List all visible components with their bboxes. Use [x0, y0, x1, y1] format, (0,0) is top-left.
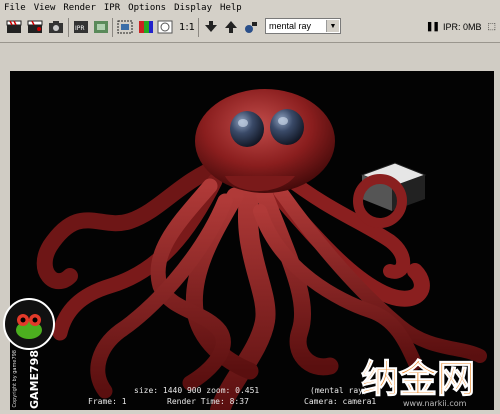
pause-icon[interactable]: ❚❚	[426, 21, 440, 32]
menu-file[interactable]: File	[0, 3, 30, 13]
renderer-dropdown-value: mental ray	[269, 21, 312, 31]
svg-text:IPR: IPR	[75, 25, 85, 32]
toolbar-separator	[198, 18, 199, 37]
site-logo-text: 纳金网	[361, 357, 475, 401]
chevron-down-icon[interactable]: ▼	[326, 20, 339, 32]
ipr-icon[interactable]: IPR	[72, 18, 90, 36]
toolbar-separator	[112, 18, 113, 37]
menu-help[interactable]: Help	[216, 3, 246, 13]
snapshot-camera-icon[interactable]	[47, 18, 65, 36]
menu-ipr[interactable]: IPR	[100, 3, 124, 13]
toolbar-separator	[68, 18, 69, 37]
alpha-channel-icon[interactable]	[156, 18, 174, 36]
color-channel-icon[interactable]	[137, 18, 155, 36]
ipr-tag-icon[interactable]: ⬚	[487, 21, 496, 32]
render-clapper-icon[interactable]	[5, 18, 23, 36]
box-prop	[353, 162, 427, 228]
keep-image-icon[interactable]	[202, 18, 220, 36]
watermark-brand: GAME798	[28, 350, 41, 409]
site-watermark: 纳金网 www.narkii.com	[357, 348, 497, 410]
frame-text: Frame: 1	[88, 397, 127, 406]
ipr-memory-label: IPR: 0MB	[442, 21, 482, 32]
real-size-button[interactable]: 1:1	[176, 18, 198, 36]
menu-view[interactable]: View	[30, 3, 60, 13]
watermark-badge: GAME798 Copyright by game798	[0, 290, 56, 410]
renderer-dropdown[interactable]: mental ray ▼	[265, 18, 341, 34]
menu-bar: File View Render IPR Options Display Hel…	[0, 0, 500, 15]
render-time-text: Render Time: 8:37	[167, 397, 249, 406]
toolbar: IPR 1:1 mental ray ▼ ❚❚ IPR: 0MB ⬚	[0, 15, 500, 43]
camera-attribute-icon[interactable]	[242, 18, 260, 36]
site-url-text: www.narkii.com	[403, 399, 467, 408]
ipr-refresh-icon[interactable]	[92, 18, 110, 36]
menu-render[interactable]: Render	[59, 3, 100, 13]
menu-options[interactable]: Options	[124, 3, 170, 13]
watermark-logo	[3, 298, 55, 350]
remove-image-icon[interactable]	[222, 18, 240, 36]
render-size-text: size: 1440 900 zoom: 0.451	[134, 386, 260, 395]
render-region-icon[interactable]	[116, 18, 134, 36]
watermark-copyright: Copyright by game798	[12, 350, 18, 408]
menu-display[interactable]: Display	[170, 3, 216, 13]
ipr-status: ❚❚ IPR: 0MB ⬚	[426, 21, 496, 32]
render-redo-icon[interactable]	[26, 18, 44, 36]
